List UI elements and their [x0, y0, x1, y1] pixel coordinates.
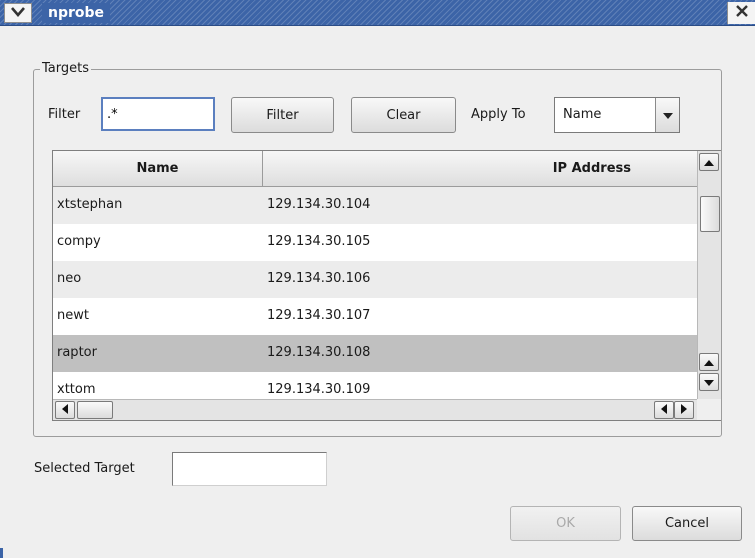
table-row[interactable]: newt 129.134.30.107: [53, 298, 697, 335]
cell-ip-address: 129.134.30.106: [267, 271, 371, 286]
cell-name: neo: [57, 271, 82, 286]
filter-label: Filter: [48, 107, 81, 122]
window-menu-button[interactable]: [4, 3, 32, 23]
triangle-right-icon: [681, 403, 687, 418]
close-icon: [735, 5, 748, 21]
scroll-up-button[interactable]: [699, 153, 719, 171]
column-header-name[interactable]: Name: [53, 151, 263, 187]
cell-name: raptor: [57, 345, 97, 360]
triangle-down-icon: [662, 108, 673, 123]
vertical-scroll-thumb[interactable]: [700, 196, 720, 232]
dropdown-button[interactable]: [655, 98, 679, 132]
table-body: xtstephan 129.134.30.104 compy 129.134.3…: [53, 187, 697, 399]
triangle-up-icon: [704, 355, 714, 370]
cell-ip-address: 129.134.30.109: [267, 382, 371, 397]
cell-name: xtstephan: [57, 197, 123, 212]
cell-ip-address: 129.134.30.105: [267, 234, 371, 249]
selected-target-label: Selected Target: [34, 461, 135, 476]
scroll-left-button[interactable]: [55, 401, 75, 419]
table-row[interactable]: xttom 129.134.30.109: [53, 372, 697, 399]
apply-to-label: Apply To: [471, 107, 526, 122]
chevron-down-icon: [11, 6, 25, 21]
cell-ip-address: 129.134.30.107: [267, 308, 371, 323]
table-row[interactable]: xtstephan 129.134.30.104: [53, 187, 697, 224]
window-edge: [0, 548, 3, 558]
scroll-left-button-right[interactable]: [654, 401, 674, 419]
column-header-ip-address[interactable]: IP Address: [264, 151, 697, 187]
ok-button[interactable]: OK: [510, 506, 621, 541]
table-row[interactable]: compy 129.134.30.105: [53, 224, 697, 261]
vertical-scrollbar[interactable]: [697, 151, 721, 399]
cell-ip-address: 129.134.30.104: [267, 197, 371, 212]
selected-target-input[interactable]: [172, 452, 327, 486]
apply-to-select[interactable]: Name: [554, 97, 680, 133]
cell-name: compy: [57, 234, 101, 249]
targets-table: Name IP Address xtstephan 129.134.30.104…: [52, 150, 721, 421]
window-title: nprobe: [42, 3, 111, 23]
horizontal-scroll-thumb[interactable]: [77, 401, 113, 419]
targets-group-label: Targets: [40, 61, 91, 76]
filter-button[interactable]: Filter: [231, 97, 334, 133]
cell-name: xttom: [57, 382, 96, 397]
filter-input[interactable]: [101, 97, 215, 131]
triangle-down-icon: [704, 375, 714, 390]
cell-name: newt: [57, 308, 89, 323]
scroll-down-button[interactable]: [699, 373, 719, 391]
triangle-left-icon: [661, 403, 667, 418]
triangle-left-icon: [62, 403, 68, 418]
close-button[interactable]: [727, 2, 755, 24]
table-row-selected[interactable]: raptor 129.134.30.108: [53, 335, 697, 372]
table-header: Name IP Address: [53, 151, 697, 187]
title-bar[interactable]: nprobe: [0, 0, 755, 26]
nprobe-dialog: nprobe Targets Filter Filter Clear Apply…: [0, 0, 755, 558]
apply-to-value: Name: [563, 107, 602, 122]
scroll-right-button[interactable]: [674, 401, 694, 419]
scrollbar-corner: [697, 399, 721, 420]
cell-ip-address: 129.134.30.108: [267, 345, 371, 360]
triangle-up-icon: [704, 155, 714, 170]
scroll-up-button-lower[interactable]: [699, 353, 719, 371]
table-row[interactable]: neo 129.134.30.106: [53, 261, 697, 298]
clear-button[interactable]: Clear: [351, 97, 456, 133]
cancel-button[interactable]: Cancel: [632, 506, 742, 541]
horizontal-scrollbar[interactable]: [53, 399, 697, 420]
